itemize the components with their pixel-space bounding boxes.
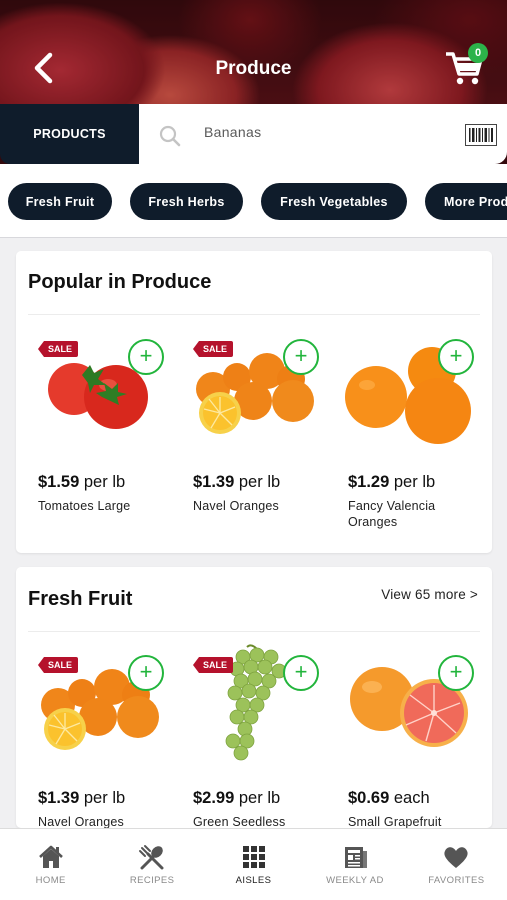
chip-fresh-fruit[interactable]: Fresh Fruit	[8, 183, 112, 220]
product-card[interactable]: SALE + $1.39 per lb Navel Oranges	[187, 327, 337, 537]
bottom-nav: HOME RECIPES AISLES WEEKLY AD FAVORITES	[0, 828, 507, 900]
barcode-scan-icon[interactable]	[465, 124, 497, 146]
add-to-cart-button[interactable]: +	[128, 655, 164, 691]
product-price: $1.39 per lb	[38, 789, 126, 807]
sale-badge: SALE	[38, 341, 79, 357]
product-price: $1.29 per lb	[348, 473, 436, 491]
grid-icon	[242, 846, 265, 868]
chip-more-produce[interactable]: More Produce	[425, 183, 507, 220]
search-input[interactable]: Bananas	[204, 124, 444, 140]
nav-label: WEEKLY AD	[326, 875, 384, 886]
search-box[interactable]: Bananas	[139, 104, 507, 164]
fresh-fruit-card: Fresh Fruit View 65 more > SALE + $1.39 …	[16, 567, 492, 828]
product-name: Tomatoes Large	[38, 499, 131, 513]
add-to-cart-button[interactable]: +	[128, 339, 164, 375]
divider	[28, 314, 480, 315]
product-card[interactable]: SALE + $1.59 per lb Tomatoes Large	[32, 327, 182, 537]
nav-label: FAVORITES	[428, 875, 485, 886]
newspaper-icon	[344, 847, 367, 868]
sale-badge: SALE	[193, 341, 234, 357]
product-name: Navel Oranges	[193, 499, 279, 513]
sale-badge: SALE	[193, 657, 234, 673]
nav-aisles[interactable]: AISLES	[203, 829, 304, 900]
chip-fresh-vegetables[interactable]: Fresh Vegetables	[261, 183, 407, 220]
products-tab[interactable]: PRODUCTS	[0, 104, 139, 164]
product-name: Fancy Valencia Oranges	[348, 499, 436, 529]
add-to-cart-button[interactable]: +	[438, 655, 474, 691]
heart-icon	[444, 847, 468, 868]
add-to-cart-button[interactable]: +	[283, 655, 319, 691]
section-title: Fresh Fruit	[28, 588, 133, 610]
section-title: Popular in Produce	[28, 271, 212, 293]
product-price: $0.69 each	[348, 789, 430, 807]
fork-spoon-icon	[139, 845, 164, 870]
nav-label: HOME	[35, 875, 66, 886]
product-price: $1.39 per lb	[193, 473, 281, 491]
popular-card: Popular in Produce SALE + $1.59 per lb T…	[16, 251, 492, 553]
sale-badge: SALE	[38, 657, 79, 673]
product-card[interactable]: SALE + $1.39 per lb Navel Oranges	[32, 643, 182, 828]
product-name: Small Grapefruit	[348, 815, 442, 828]
product-price: $2.99 per lb	[193, 789, 281, 807]
view-more-link[interactable]: View 65 more >	[381, 587, 478, 602]
product-price: $1.59 per lb	[38, 473, 126, 491]
divider	[28, 631, 480, 632]
nav-favorites[interactable]: FAVORITES	[406, 829, 507, 900]
category-chips: Fresh Fruit Fresh Herbs Fresh Vegetables…	[0, 164, 507, 238]
nav-recipes[interactable]: RECIPES	[101, 829, 202, 900]
product-name: Green Seedless Grapes	[193, 815, 286, 828]
add-to-cart-button[interactable]: +	[438, 339, 474, 375]
product-card[interactable]: + $1.29 per lb Fancy Valencia Oranges	[342, 327, 492, 537]
nav-weekly-ad[interactable]: WEEKLY AD	[304, 829, 405, 900]
add-to-cart-button[interactable]: +	[283, 339, 319, 375]
product-card[interactable]: SALE + $2.99 per lb Green Seedless Grape…	[187, 643, 337, 828]
home-icon	[38, 845, 63, 868]
cart-count-badge: 0	[468, 43, 488, 63]
nav-home[interactable]: HOME	[0, 829, 101, 900]
nav-label: AISLES	[235, 875, 272, 886]
chip-fresh-herbs[interactable]: Fresh Herbs	[130, 183, 243, 220]
search-bar: PRODUCTS Bananas	[0, 104, 507, 164]
product-name: Navel Oranges	[38, 815, 124, 828]
cart-button[interactable]: 0	[444, 43, 490, 86]
search-icon	[159, 125, 181, 147]
page-title: Produce	[215, 58, 292, 79]
product-card[interactable]: + $0.69 each Small Grapefruit	[342, 643, 492, 828]
nav-label: RECIPES	[129, 875, 175, 886]
